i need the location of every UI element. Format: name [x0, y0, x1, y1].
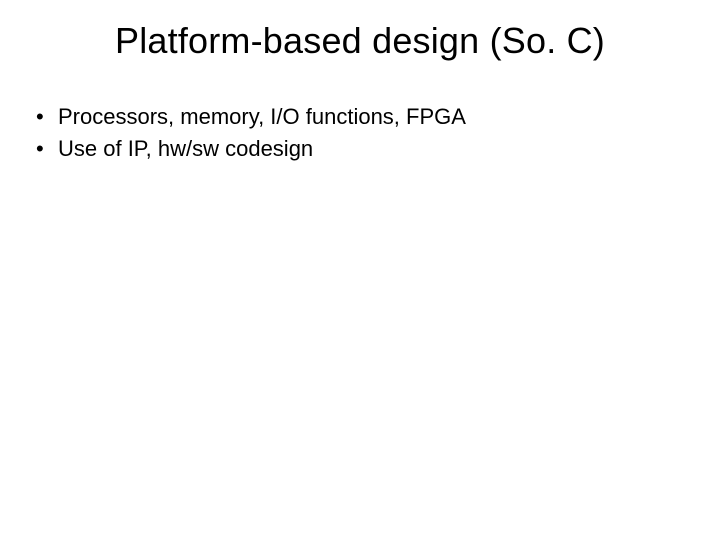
list-item: Use of IP, hw/sw codesign: [36, 134, 720, 164]
list-item: Processors, memory, I/O functions, FPGA: [36, 102, 720, 132]
bullet-list: Processors, memory, I/O functions, FPGA …: [0, 102, 720, 163]
slide-title: Platform-based design (So. C): [0, 20, 720, 62]
slide-container: Platform-based design (So. C) Processors…: [0, 0, 720, 540]
